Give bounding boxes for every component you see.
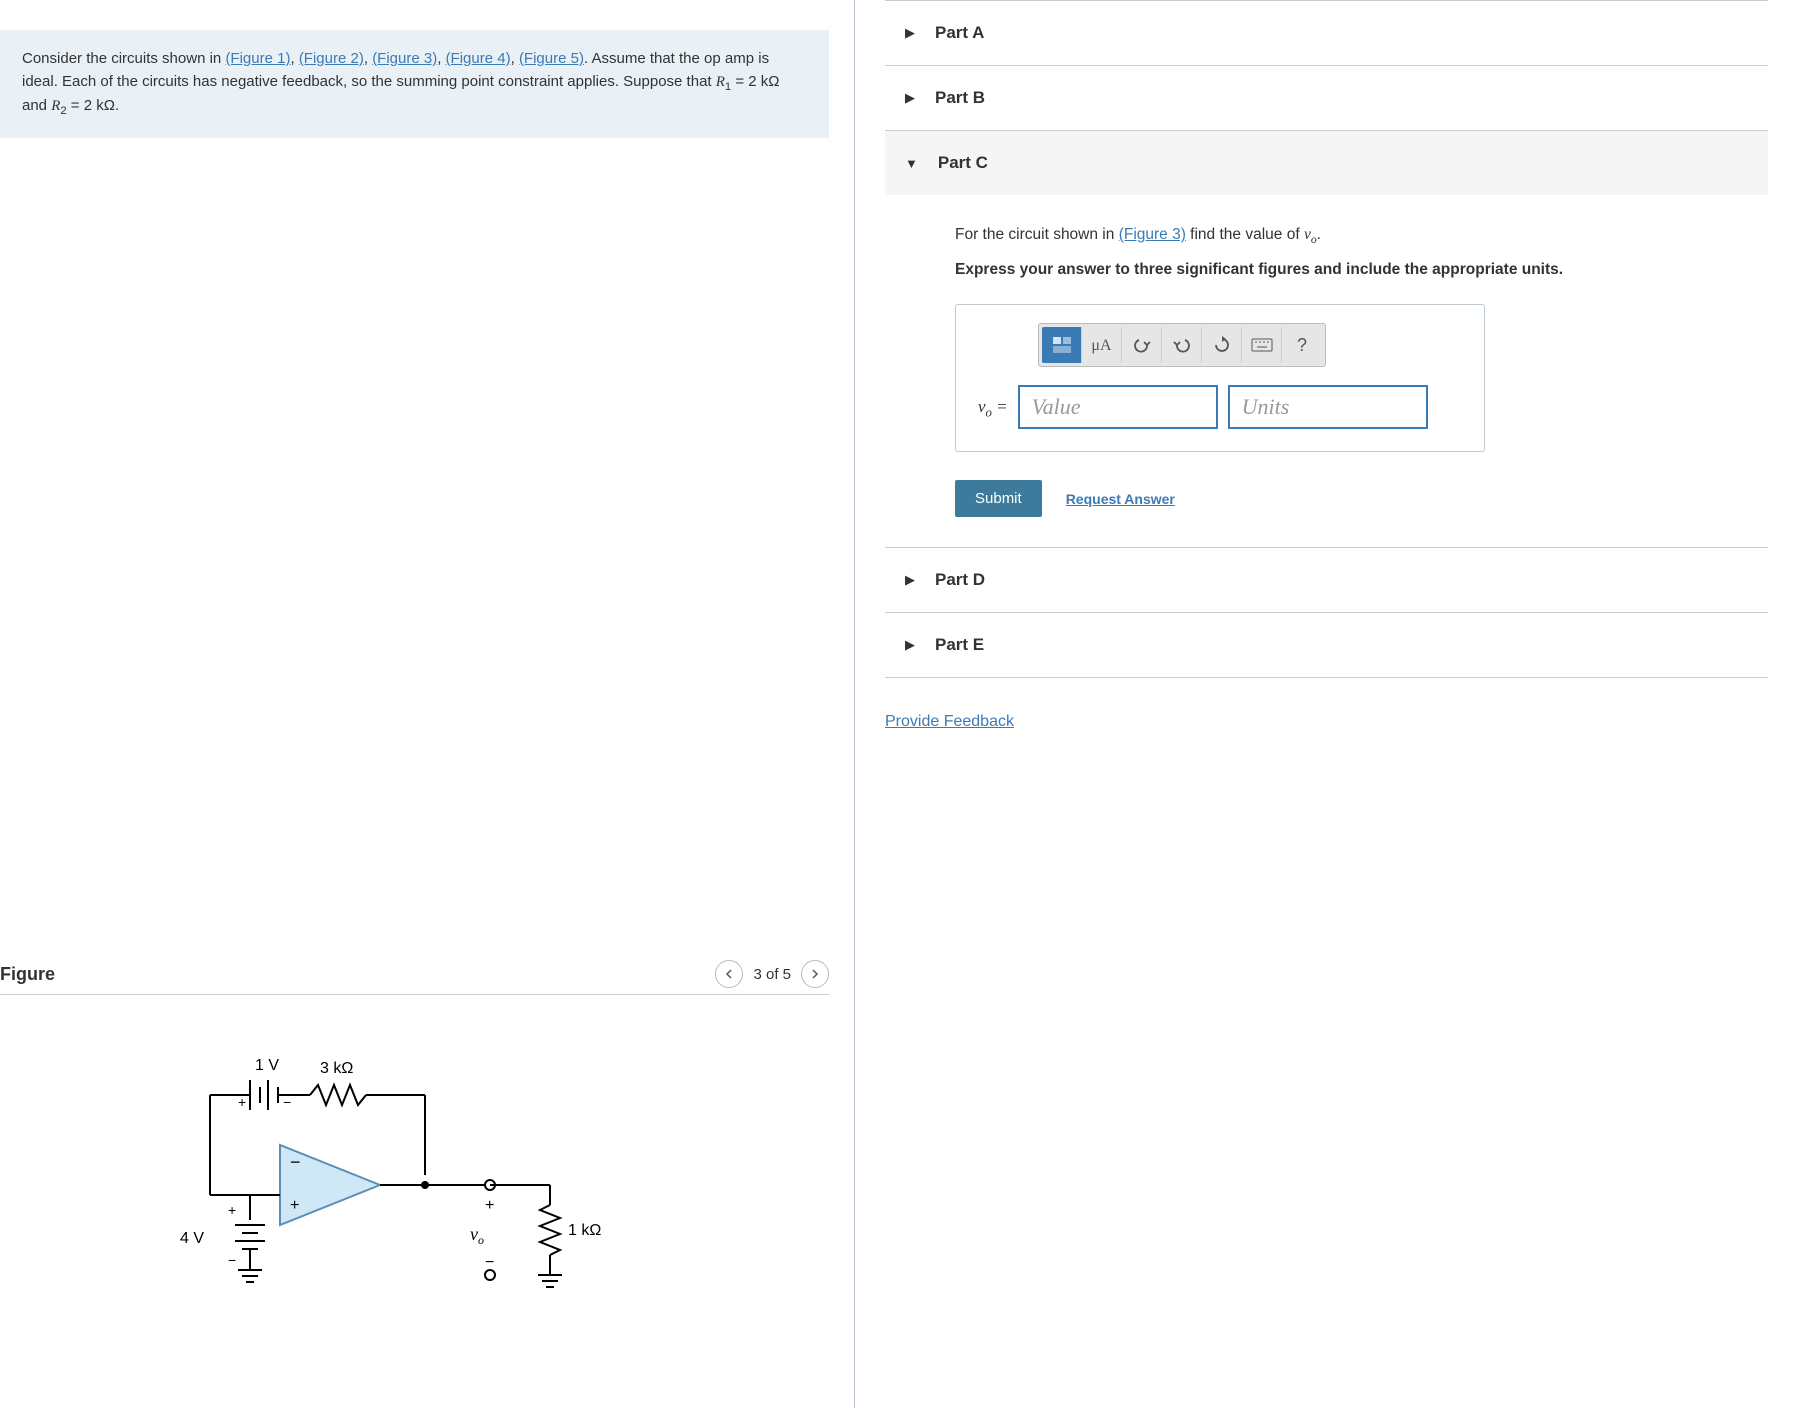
figure-header: Figure 3 of 5 bbox=[0, 960, 829, 995]
right-pane: ▶ Part A ▶ Part B ▼ Part C For the circu… bbox=[855, 0, 1798, 1408]
caret-right-icon: ▶ bbox=[905, 572, 915, 588]
r1-symbol: R bbox=[716, 74, 725, 90]
vo-plus: + bbox=[485, 1197, 494, 1214]
label-3k: 3 kΩ bbox=[320, 1060, 353, 1077]
answer-toolbar: μA ? bbox=[1038, 323, 1326, 367]
figure-link-1[interactable]: (Figure 1) bbox=[225, 50, 290, 67]
request-answer-link[interactable]: Request Answer bbox=[1066, 488, 1175, 510]
caret-down-icon: ▼ bbox=[905, 156, 918, 171]
figure-title: Figure bbox=[0, 964, 55, 985]
label-vo: v bbox=[470, 1224, 478, 1244]
part-c-header[interactable]: ▼ Part C bbox=[885, 131, 1768, 195]
caret-right-icon: ▶ bbox=[905, 25, 915, 41]
prompt-end: . bbox=[1317, 226, 1321, 243]
chevron-left-icon bbox=[724, 969, 734, 979]
figure-link-5[interactable]: (Figure 5) bbox=[519, 50, 584, 67]
redo-icon bbox=[1173, 337, 1191, 353]
opamp-minus: − bbox=[290, 1152, 301, 1172]
reset-button[interactable] bbox=[1202, 327, 1242, 363]
part-d-header[interactable]: ▶ Part D bbox=[885, 547, 1768, 612]
hint-text: Express your answer to three significant… bbox=[955, 258, 1768, 283]
caret-right-icon: ▶ bbox=[905, 637, 915, 653]
svg-text:vo: vo bbox=[470, 1224, 484, 1247]
templates-icon bbox=[1052, 336, 1072, 354]
batt2-plus: + bbox=[228, 1202, 236, 1218]
problem-intro: Consider the circuits shown in bbox=[22, 50, 221, 67]
submit-button[interactable]: Submit bbox=[955, 480, 1042, 517]
part-a-header[interactable]: ▶ Part A bbox=[885, 0, 1768, 65]
caret-right-icon: ▶ bbox=[905, 90, 915, 106]
prompt-post: find the value of bbox=[1186, 226, 1304, 243]
redo-button[interactable] bbox=[1162, 327, 1202, 363]
input-row: vo = bbox=[978, 385, 1462, 429]
opamp-plus: + bbox=[290, 1197, 299, 1214]
batt1-minus: − bbox=[283, 1094, 291, 1110]
undo-button[interactable] bbox=[1122, 327, 1162, 363]
keyboard-icon bbox=[1251, 338, 1273, 352]
submit-row: Submit Request Answer bbox=[955, 480, 1768, 517]
circuit-diagram: 1 V + − 3 kΩ − + bbox=[0, 995, 829, 1318]
answer-box: μA ? vo = bbox=[955, 304, 1485, 452]
part-d-label: Part D bbox=[935, 570, 985, 590]
value-input[interactable] bbox=[1018, 385, 1218, 429]
r2-symbol: R bbox=[51, 98, 60, 114]
batt1-plus: + bbox=[238, 1094, 246, 1110]
part-a-label: Part A bbox=[935, 23, 984, 43]
pager-text: 3 of 5 bbox=[753, 966, 791, 983]
figure-3-link[interactable]: (Figure 3) bbox=[1119, 226, 1186, 243]
pager-next-button[interactable] bbox=[801, 960, 829, 988]
figure-link-3[interactable]: (Figure 3) bbox=[372, 50, 437, 67]
part-b-label: Part B bbox=[935, 88, 985, 108]
label-vo-sub: o bbox=[478, 1233, 484, 1247]
help-button[interactable]: ? bbox=[1282, 327, 1322, 363]
provide-feedback-link[interactable]: Provide Feedback bbox=[885, 713, 1014, 731]
figure-section: Figure 3 of 5 1 V + bbox=[0, 960, 829, 1318]
templates-button[interactable] bbox=[1042, 327, 1082, 363]
prompt-pre: For the circuit shown in bbox=[955, 226, 1119, 243]
r2-val: = 2 kΩ. bbox=[67, 97, 120, 114]
part-b-header[interactable]: ▶ Part B bbox=[885, 65, 1768, 130]
units-button[interactable]: μA bbox=[1082, 327, 1122, 363]
part-e-label: Part E bbox=[935, 635, 984, 655]
batt2-minus: − bbox=[228, 1252, 236, 1268]
pager-prev-button[interactable] bbox=[715, 960, 743, 988]
left-pane: Consider the circuits shown in (Figure 1… bbox=[0, 0, 855, 1408]
vo-minus: − bbox=[485, 1254, 494, 1271]
undo-icon bbox=[1133, 337, 1151, 353]
label-1k: 1 kΩ bbox=[568, 1222, 601, 1239]
prompt-vo: v bbox=[1304, 226, 1311, 243]
keyboard-button[interactable] bbox=[1242, 327, 1282, 363]
part-c-body: For the circuit shown in (Figure 3) find… bbox=[905, 195, 1768, 517]
figure-pager: 3 of 5 bbox=[715, 960, 829, 988]
part-c-section: ▼ Part C For the circuit shown in (Figur… bbox=[885, 130, 1768, 547]
units-input[interactable] bbox=[1228, 385, 1428, 429]
figure-link-2[interactable]: (Figure 2) bbox=[299, 50, 364, 67]
vo-equals-label: vo = bbox=[978, 393, 1008, 423]
label-4v: 4 V bbox=[180, 1230, 204, 1247]
chevron-right-icon bbox=[810, 969, 820, 979]
figure-link-4[interactable]: (Figure 4) bbox=[446, 50, 511, 67]
part-c-label: Part C bbox=[938, 153, 988, 173]
part-e-header[interactable]: ▶ Part E bbox=[885, 612, 1768, 678]
problem-statement: Consider the circuits shown in (Figure 1… bbox=[0, 30, 829, 138]
reset-icon bbox=[1213, 336, 1231, 354]
label-1v: 1 V bbox=[255, 1057, 279, 1074]
